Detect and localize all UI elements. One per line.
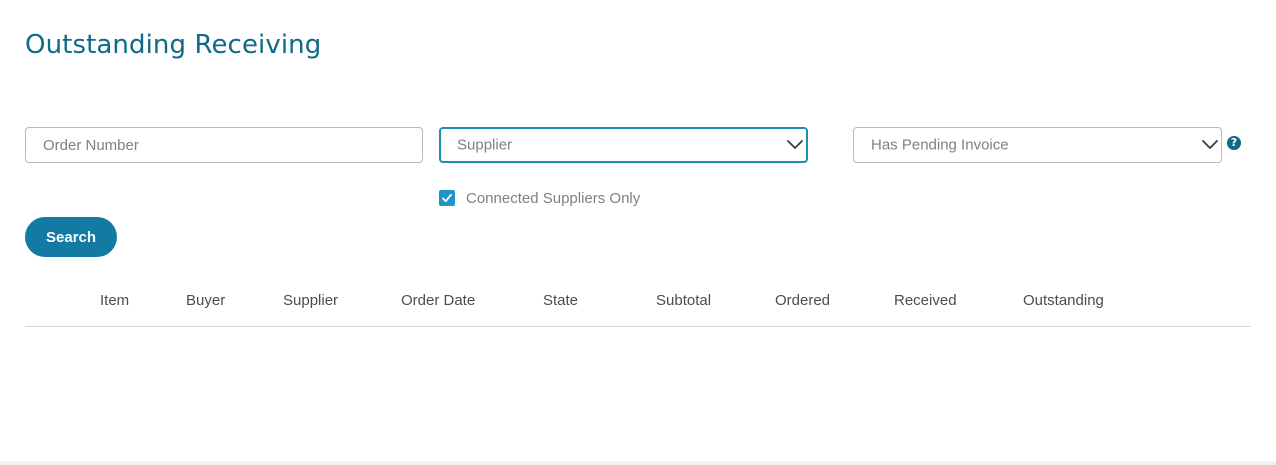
connected-suppliers-only-checkbox[interactable] (439, 190, 455, 206)
page-footer-divider (0, 461, 1276, 465)
checkmark-icon (442, 193, 452, 203)
column-header-item[interactable]: Item (100, 292, 129, 309)
has-pending-invoice-value: Has Pending Invoice (871, 136, 1009, 154)
chevron-down-icon (1202, 140, 1218, 149)
column-header-outstanding[interactable]: Outstanding (1023, 292, 1104, 309)
chevron-down-icon (787, 140, 803, 149)
column-header-buyer[interactable]: Buyer (186, 292, 225, 309)
search-button[interactable]: Search (25, 217, 117, 257)
supplier-select-value: Supplier (457, 136, 513, 154)
column-header-order-date[interactable]: Order Date (401, 292, 475, 309)
has-pending-invoice-select[interactable]: Has Pending Invoice (853, 127, 1222, 163)
table-header: Item Buyer Supplier Order Date State Sub… (25, 290, 1251, 327)
supplier-select[interactable]: Supplier (439, 127, 808, 163)
column-header-subtotal[interactable]: Subtotal (656, 292, 711, 309)
connected-suppliers-only-label: Connected Suppliers Only (466, 189, 641, 207)
order-number-input[interactable] (25, 127, 423, 163)
connected-suppliers-only-option[interactable]: Connected Suppliers Only (439, 189, 640, 207)
column-header-state[interactable]: State (543, 292, 578, 309)
help-icon[interactable]: ? (1227, 136, 1241, 150)
column-header-received[interactable]: Received (894, 292, 957, 309)
column-header-supplier[interactable]: Supplier (283, 292, 338, 309)
page-title: Outstanding Receiving (25, 30, 322, 60)
column-header-ordered[interactable]: Ordered (775, 292, 830, 309)
